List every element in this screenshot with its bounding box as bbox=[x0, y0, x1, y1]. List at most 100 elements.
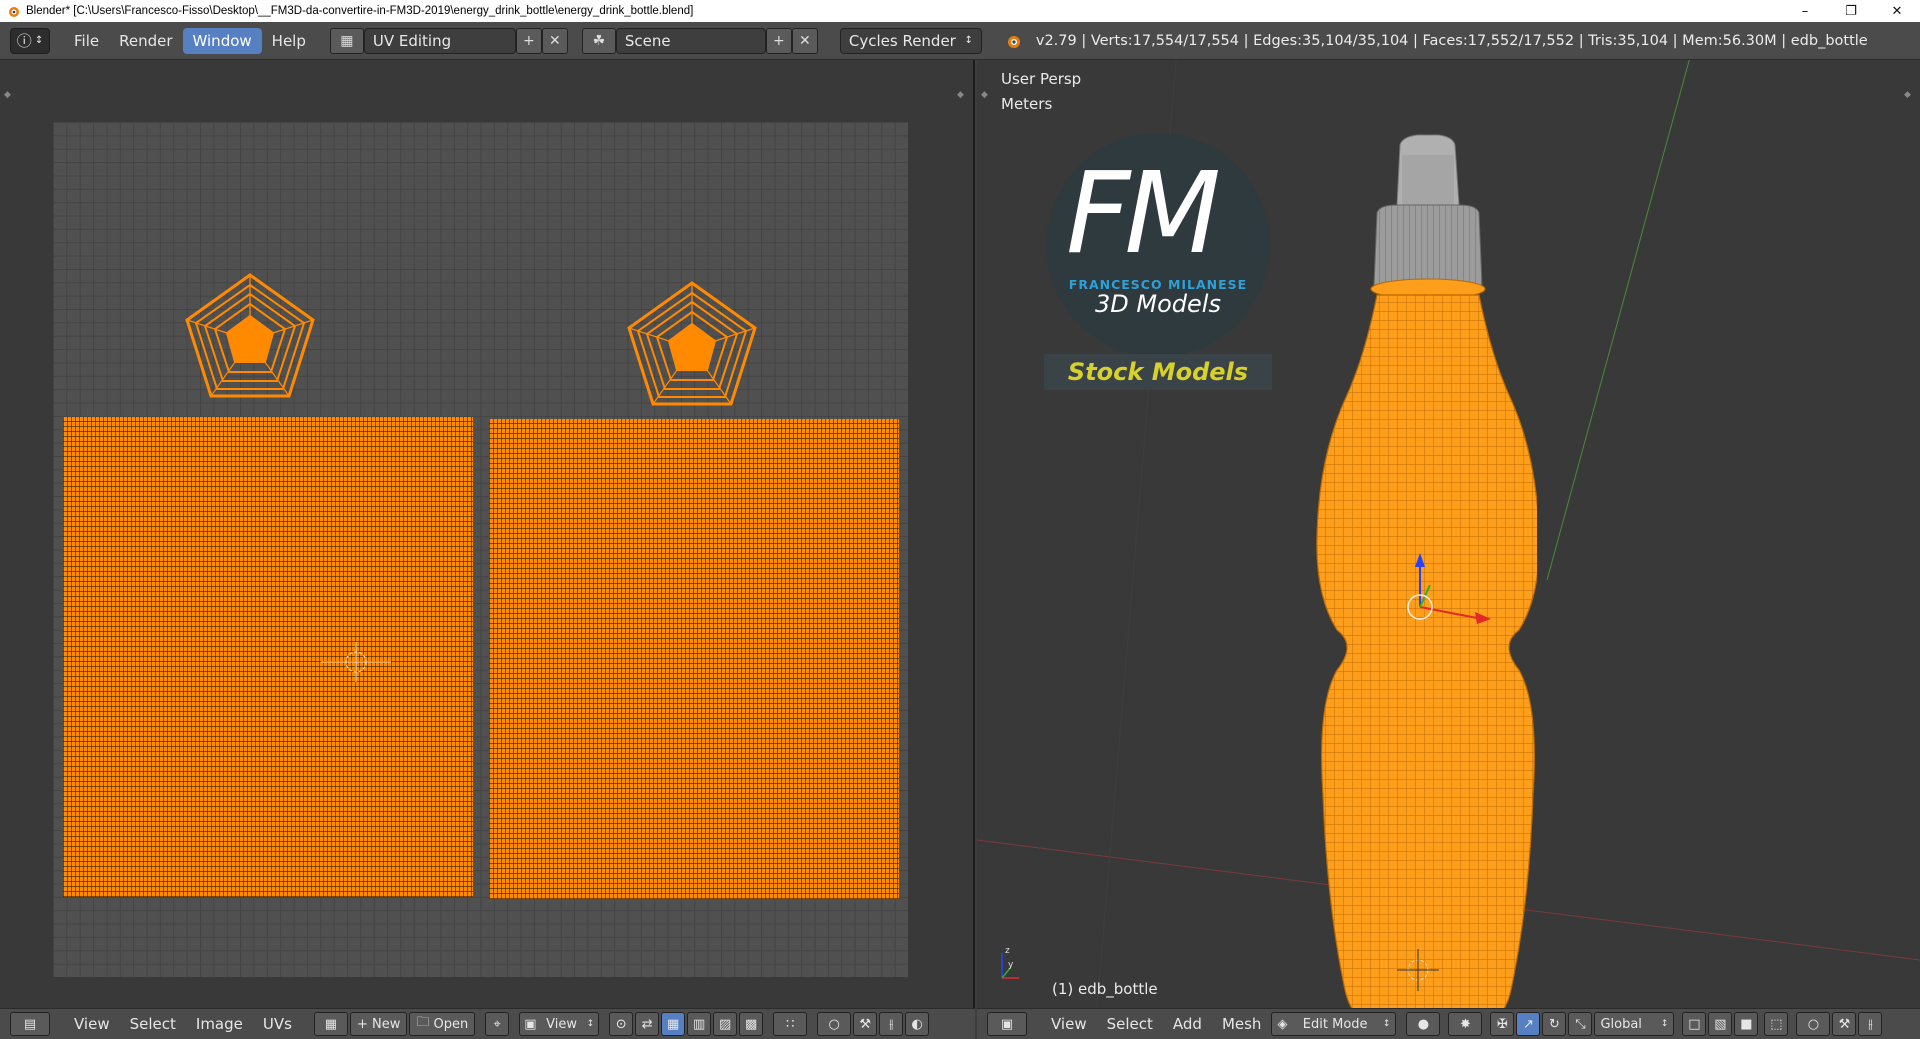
remove-scene-icon[interactable]: ✕ bbox=[791, 27, 818, 54]
browse-image-icon[interactable]: ▦ bbox=[313, 1012, 348, 1036]
uv-menu-select[interactable]: Select bbox=[120, 1011, 186, 1037]
edit-mode-icon: ◈ bbox=[1277, 1016, 1288, 1032]
uv-menu-view[interactable]: View bbox=[64, 1011, 120, 1037]
manipulator-icon[interactable]: ✠ bbox=[1490, 1012, 1515, 1036]
units-label: Meters bbox=[1001, 95, 1053, 113]
render-engine-label: Cycles Render bbox=[848, 31, 956, 50]
3d-view-header: ▣ View Select Add Mesh ◈ Edit Mode ↕ ● ✸ ✠… bbox=[977, 1008, 1920, 1039]
pivot-point-icon[interactable]: ✸ bbox=[1448, 1012, 1483, 1036]
scale-icon[interactable]: ⤡ bbox=[1568, 1012, 1593, 1036]
plus-icon: + bbox=[356, 1016, 372, 1032]
rotate-icon[interactable]: ↻ bbox=[1542, 1012, 1567, 1036]
vertex-mode-icon[interactable]: □ bbox=[1682, 1012, 1707, 1036]
snap-element-icon[interactable]: ⫲ bbox=[1858, 1012, 1883, 1036]
area-split-icon[interactable]: ◆ bbox=[957, 90, 967, 100]
scene-icon[interactable]: ☘ bbox=[581, 27, 616, 54]
add-screen-icon[interactable]: + bbox=[515, 27, 542, 54]
view-perspective-label: User Persp bbox=[1001, 70, 1082, 88]
view3d-menu-add[interactable]: Add bbox=[1163, 1011, 1212, 1037]
menu-render[interactable]: Render bbox=[109, 28, 182, 54]
vertex-select-icon[interactable]: ▦ bbox=[661, 1012, 686, 1036]
editor-type-info-button[interactable]: ⓘ ↕ bbox=[10, 27, 50, 54]
uv-grid-canvas[interactable] bbox=[53, 122, 908, 977]
dropdown-arrows-icon: ↕ bbox=[1382, 1019, 1391, 1029]
folder-icon: 🗀 bbox=[416, 1015, 434, 1030]
screen-layout-icon[interactable]: ▦ bbox=[329, 27, 364, 54]
area-split-icon[interactable]: ◆ bbox=[1904, 90, 1914, 100]
blender-logo-icon bbox=[1007, 35, 1020, 48]
edge-mode-icon[interactable]: ▧ bbox=[1708, 1012, 1733, 1036]
editor-type-image-icon[interactable]: ▤ bbox=[10, 1012, 50, 1036]
info-icon: ⓘ bbox=[16, 32, 32, 50]
open-image-label: Open bbox=[433, 1016, 469, 1032]
open-image-button[interactable]: 🗀 Open bbox=[409, 1012, 476, 1036]
uv-island-body-left[interactable] bbox=[63, 417, 473, 897]
mode-dropdown[interactable]: ◈ Edit Mode ↕ bbox=[1271, 1012, 1397, 1036]
snap-icon[interactable]: ⚒ bbox=[1832, 1012, 1857, 1036]
view-mode-dropdown[interactable]: ▣ View ↕ bbox=[519, 1012, 600, 1036]
proportional-edit-icon[interactable]: ○ bbox=[817, 1012, 852, 1036]
edge-select-icon[interactable]: ▥ bbox=[687, 1012, 712, 1036]
pin-icon[interactable]: ⌖ bbox=[485, 1012, 510, 1036]
2d-cursor-icon bbox=[321, 642, 391, 682]
editor-type-3d-icon[interactable]: ▣ bbox=[987, 1012, 1027, 1036]
add-scene-icon[interactable]: + bbox=[765, 27, 792, 54]
occlude-geometry-icon[interactable]: ⬚ bbox=[1764, 1012, 1789, 1036]
render-preview-icon[interactable]: ◐ bbox=[905, 1012, 930, 1036]
sticky-select-icon[interactable]: ∷ bbox=[773, 1012, 808, 1036]
view3d-menu-mesh[interactable]: Mesh bbox=[1212, 1011, 1272, 1037]
svg-text:z: z bbox=[1005, 946, 1010, 956]
remove-screen-icon[interactable]: ✕ bbox=[541, 27, 568, 54]
snap-icon[interactable]: ⚒ bbox=[853, 1012, 878, 1036]
face-select-icon[interactable]: ▨ bbox=[713, 1012, 738, 1036]
restore-icon[interactable]: ❐ bbox=[1828, 0, 1874, 22]
island-select-icon[interactable]: ▩ bbox=[739, 1012, 764, 1036]
snap-element-icon[interactable]: ⫲ bbox=[879, 1012, 904, 1036]
fm-logo: FM FRANCESCO MILANESE 3D Models Stock Mo… bbox=[1044, 130, 1272, 390]
view-mode-label: View bbox=[546, 1016, 577, 1032]
screen-layout-field[interactable]: UV Editing bbox=[363, 27, 516, 54]
scene-field[interactable]: Scene bbox=[615, 27, 766, 54]
close-icon[interactable]: ✕ bbox=[1874, 0, 1920, 22]
axis-orientation-icon: z y bbox=[1001, 946, 1019, 979]
pivot-icon[interactable]: ⊙ bbox=[609, 1012, 634, 1036]
uv-menu-image[interactable]: Image bbox=[186, 1011, 253, 1037]
menu-help[interactable]: Help bbox=[262, 28, 316, 54]
view3d-menu-select[interactable]: Select bbox=[1097, 1011, 1163, 1037]
view3d-menu-view[interactable]: View bbox=[1041, 1011, 1097, 1037]
minimize-icon[interactable]: – bbox=[1782, 0, 1828, 22]
uv-island-bottom-right[interactable] bbox=[625, 280, 760, 410]
scene-statistics: v2.79 | Verts:17,554/17,554 | Edges:35,1… bbox=[1035, 32, 1868, 49]
logo-banner: Stock Models bbox=[1067, 358, 1249, 386]
face-mode-icon[interactable]: ■ bbox=[1734, 1012, 1759, 1036]
window-title: Blender* [C:\Users\Francesco-Fisso\Deskt… bbox=[26, 5, 694, 17]
render-engine-dropdown[interactable]: Cycles Render ↕ bbox=[839, 27, 982, 54]
uv-island-bottom-left[interactable] bbox=[183, 272, 318, 402]
sync-selection-icon[interactable]: ⇄ bbox=[635, 1012, 660, 1036]
new-image-label: New bbox=[371, 1016, 401, 1032]
area-split-icon[interactable]: ◆ bbox=[4, 90, 14, 100]
svg-text:y: y bbox=[1008, 960, 1014, 970]
active-object-label: (1) edb_bottle bbox=[1052, 980, 1158, 998]
logo-subtitle: 3D Models bbox=[1095, 290, 1221, 318]
dropdown-arrows-icon: ↕ bbox=[586, 1019, 595, 1029]
dropdown-arrows-icon: ↕ bbox=[1660, 1019, 1669, 1029]
orientation-dropdown[interactable]: Global ↕ bbox=[1594, 1012, 1675, 1036]
menu-file[interactable]: File bbox=[64, 28, 109, 54]
bottle-mesh[interactable] bbox=[1307, 95, 1537, 1008]
3d-viewport[interactable]: ◆ ◆ User Persp Meters FM FRANCESCO MILAN… bbox=[977, 60, 1920, 1008]
viewport-shading-icon[interactable]: ● bbox=[1406, 1012, 1441, 1036]
uv-editor-header: ▤ View Select Image UVs ▦ + New 🗀 Open ⌖… bbox=[0, 1008, 975, 1039]
blender-logo-icon bbox=[9, 7, 19, 17]
uv-menu-uvs[interactable]: UVs bbox=[253, 1011, 302, 1037]
view-mode-icon: ▣ bbox=[524, 1016, 537, 1032]
translate-icon[interactable]: ↗ bbox=[1516, 1012, 1541, 1036]
menu-window[interactable]: Window bbox=[182, 27, 262, 54]
area-split-icon[interactable]: ◆ bbox=[981, 90, 991, 100]
logo-letters: FM bbox=[1066, 158, 1221, 270]
info-header: ⓘ ↕ File Render Window Help ▦ UV Editing … bbox=[0, 22, 1920, 60]
new-image-button[interactable]: + New bbox=[349, 1012, 408, 1036]
proportional-edit-icon[interactable]: ○ bbox=[1796, 1012, 1831, 1036]
uv-image-editor[interactable]: ◆ ◆ bbox=[0, 60, 975, 1008]
uv-island-body-right[interactable] bbox=[489, 419, 899, 899]
